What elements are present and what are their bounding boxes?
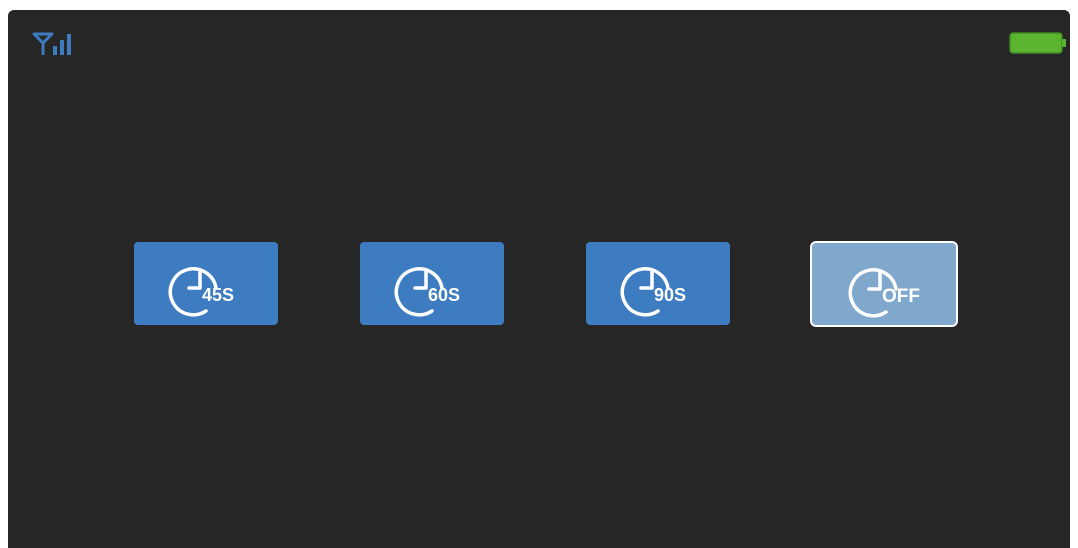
timer-45s-button[interactable]: 45S bbox=[134, 242, 278, 325]
timer-option-label: 90S bbox=[654, 285, 687, 305]
timer-off-button[interactable]: OFF bbox=[810, 241, 958, 327]
timer-60s-button[interactable]: 60S bbox=[360, 242, 504, 325]
device-screen: 45S 60S 90S OFF bbox=[8, 10, 1070, 548]
timer-clock-icon bbox=[394, 267, 444, 317]
battery-icon bbox=[1009, 32, 1066, 54]
timer-clock-icon bbox=[168, 267, 218, 317]
timer-option-label: 45S bbox=[202, 285, 235, 305]
timer-option-label: 60S bbox=[428, 285, 461, 305]
timer-clock-icon bbox=[848, 268, 898, 318]
timer-clock-icon bbox=[620, 267, 670, 317]
timer-option-label: OFF bbox=[882, 286, 920, 307]
timer-90s-button[interactable]: 90S bbox=[586, 242, 730, 325]
signal-strength-icon bbox=[32, 32, 71, 55]
